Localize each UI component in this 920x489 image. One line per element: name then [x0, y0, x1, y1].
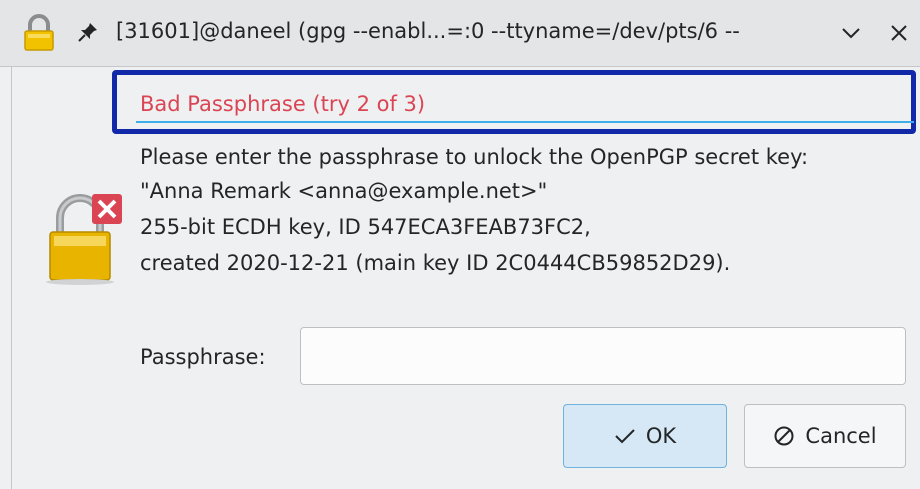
description-line: Please enter the passphrase to unlock th… — [140, 145, 809, 169]
description-line: "Anna Remark <anna@example.net>" — [140, 179, 548, 203]
ok-button-label: OK — [645, 424, 677, 448]
error-underline — [136, 121, 914, 123]
pin-icon[interactable] — [76, 20, 100, 44]
pinentry-dialog: [31601]@daneel (gpg --enabl...=:0 --ttyn… — [0, 0, 920, 489]
cancel-button[interactable]: Cancel — [744, 404, 906, 468]
description-line: 255-bit ECDH key, ID 547ECA3FEAB73FC2, — [140, 215, 591, 239]
lock-error-icon — [40, 190, 126, 286]
cancel-icon — [773, 425, 795, 447]
passphrase-input[interactable] — [300, 327, 906, 385]
error-message: Bad Passphrase (try 2 of 3) — [140, 92, 426, 116]
lock-icon — [22, 14, 56, 52]
minimize-button[interactable] — [832, 14, 870, 52]
titlebar[interactable]: [31601]@daneel (gpg --enabl...=:0 --ttyn… — [0, 0, 920, 67]
passphrase-label: Passphrase: — [140, 345, 266, 369]
window-title: [31601]@daneel (gpg --enabl...=:0 --ttyn… — [116, 19, 740, 43]
close-button[interactable] — [880, 14, 918, 52]
chevron-down-icon — [842, 28, 860, 39]
description-line: created 2020-12-21 (main key ID 2C0444CB… — [140, 251, 731, 275]
ok-button[interactable]: OK — [563, 404, 727, 468]
window-left-border — [0, 67, 12, 489]
cancel-button-label: Cancel — [805, 424, 877, 448]
close-icon — [891, 25, 907, 41]
checkmark-icon — [614, 425, 636, 447]
